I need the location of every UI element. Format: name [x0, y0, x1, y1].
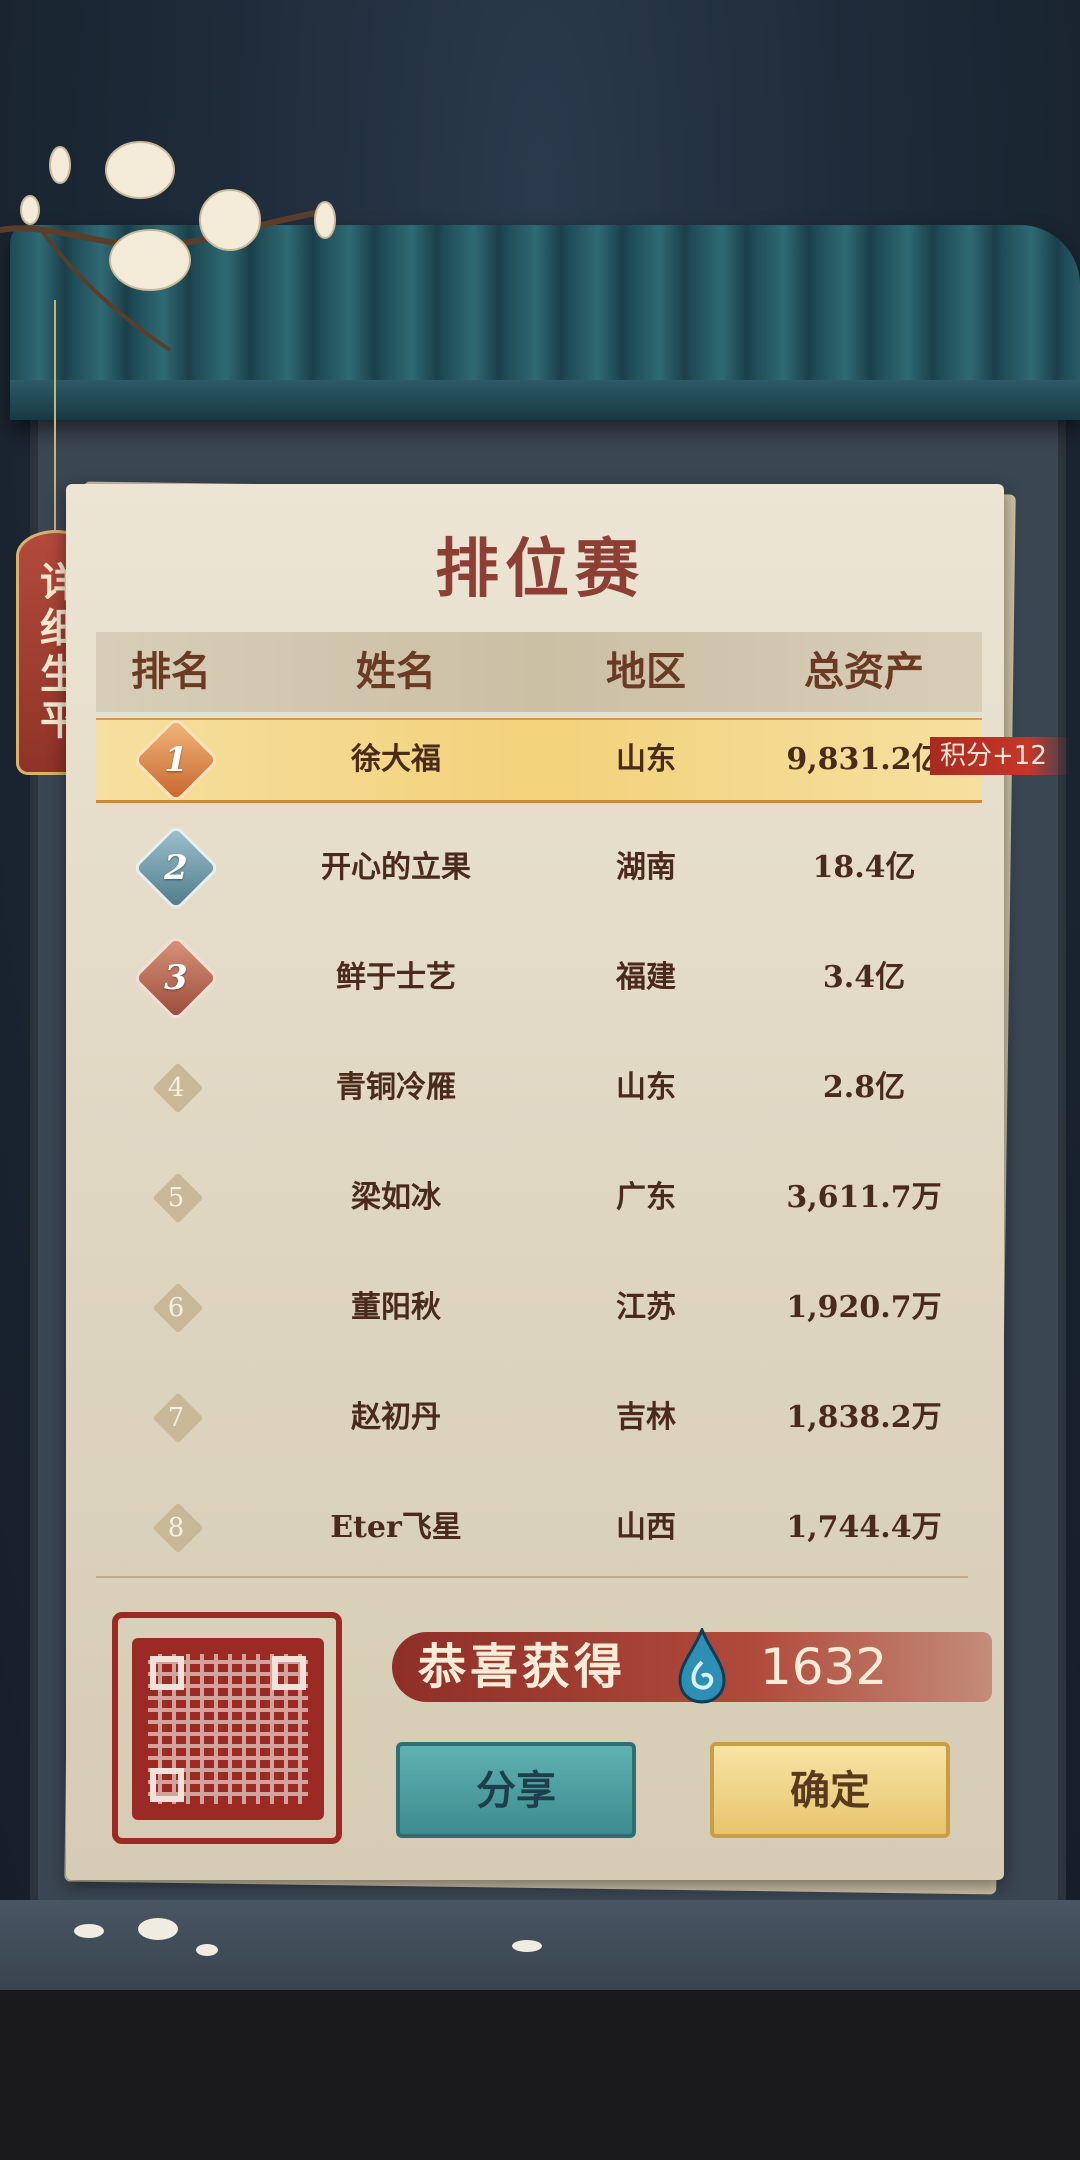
- rank-number: 7: [167, 1403, 185, 1433]
- player-region: 吉林: [616, 1400, 676, 1435]
- player-name: 徐大福: [351, 742, 441, 777]
- table-row-7[interactable]: 7 赵初丹 吉林 1,838.2万: [96, 1378, 982, 1458]
- player-assets: 18.4亿: [812, 850, 916, 885]
- player-assets: 1,838.2万: [786, 1400, 942, 1435]
- player-region: 山东: [616, 1070, 676, 1105]
- player-region: 江苏: [616, 1290, 676, 1325]
- player-region: 湖南: [616, 850, 676, 885]
- qr-eye-icon: [150, 1768, 184, 1802]
- page-title: 排位赛: [435, 532, 645, 607]
- player-name: 赵初丹: [351, 1400, 441, 1435]
- player-name: 梁如冰: [351, 1180, 441, 1215]
- rank-number: 5: [167, 1183, 185, 1213]
- player-region: 广东: [616, 1180, 676, 1215]
- rank-number: 1: [164, 740, 188, 780]
- tag-string: [54, 300, 56, 540]
- table-row-8[interactable]: 8 Eter飞星 山西 1,744.4万: [96, 1488, 982, 1568]
- petal-icon: [512, 1940, 542, 1952]
- rank-number: 8: [167, 1513, 185, 1543]
- header-rank: 排名: [131, 648, 211, 695]
- player-assets: 3,611.7万: [786, 1180, 942, 1215]
- player-name: 青铜冷雁: [336, 1070, 456, 1105]
- table-row-2[interactable]: 2 开心的立果 湖南 18.4亿: [96, 828, 982, 908]
- petal-icon: [138, 1918, 178, 1940]
- rank-number: 4: [167, 1073, 185, 1103]
- player-name: 开心的立果: [321, 850, 471, 885]
- player-assets: 3.4亿: [822, 960, 906, 995]
- table-row-5[interactable]: 5 梁如冰 广东 3,611.7万: [96, 1158, 982, 1238]
- reward-value: 1632: [760, 1638, 888, 1696]
- rank-number: 2: [164, 848, 188, 888]
- player-name: Eter飞星: [330, 1510, 462, 1545]
- header-assets: 总资产: [804, 648, 924, 695]
- divider: [96, 1576, 968, 1578]
- petal-icon: [196, 1944, 218, 1956]
- player-name: 董阳秋: [351, 1290, 441, 1325]
- score-badge: 积分+12: [930, 737, 1070, 775]
- table-row-6[interactable]: 6 董阳秋 江苏 1,920.7万: [96, 1268, 982, 1348]
- table-row-4[interactable]: 4 青铜冷雁 山东 2.8亿: [96, 1048, 982, 1128]
- player-assets: 2.8亿: [822, 1070, 906, 1105]
- player-region: 山东: [616, 742, 676, 777]
- qr-eye-icon: [150, 1656, 184, 1690]
- background-bottom: [0, 1985, 1080, 2160]
- qr-eye-icon: [272, 1656, 306, 1690]
- header-name: 姓名: [356, 648, 436, 695]
- player-region: 福建: [616, 960, 676, 995]
- table-header: 排名 姓名 地区 总资产: [96, 632, 982, 712]
- table-row-1[interactable]: 1 徐大福 山东 9,831.2亿: [96, 718, 982, 803]
- reward-label: 恭喜获得: [418, 1639, 627, 1695]
- player-region: 山西: [616, 1510, 676, 1545]
- confirm-button[interactable]: 确定: [710, 1742, 950, 1838]
- player-name: 鲜于士艺: [336, 960, 456, 995]
- player-assets: 1,744.4万: [786, 1510, 942, 1545]
- table-row-3[interactable]: 3 鲜于士艺 福建 3.4亿: [96, 938, 982, 1018]
- share-button[interactable]: 分享: [396, 1742, 636, 1838]
- petal-icon: [74, 1924, 104, 1938]
- header-region: 地区: [606, 648, 686, 695]
- rank-number: 3: [164, 958, 188, 998]
- rank-number: 6: [167, 1293, 185, 1323]
- water-drop-icon: [678, 1628, 726, 1704]
- player-assets: 1,920.7万: [786, 1290, 942, 1325]
